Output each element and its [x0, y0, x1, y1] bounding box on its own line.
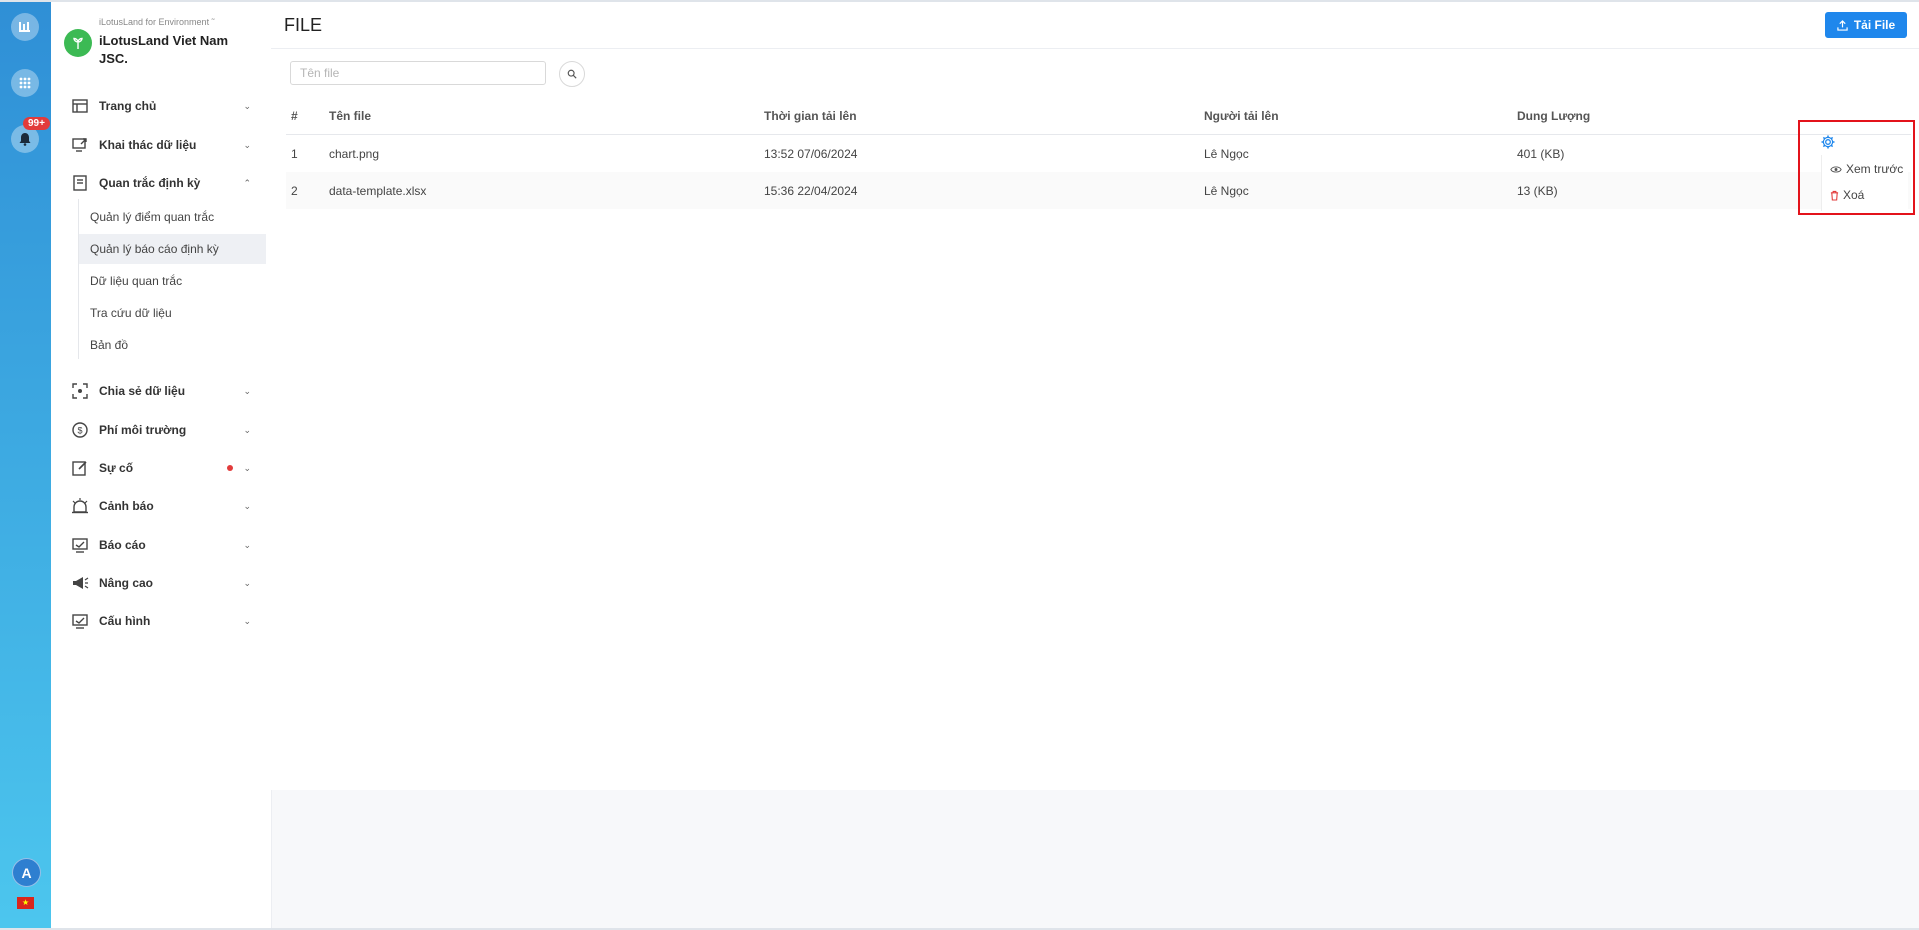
- chevron-down-icon: ⌄: [243, 100, 251, 111]
- sidebar-item-label: Khai thác dữ liệu: [99, 138, 197, 152]
- chevron-down-icon: ⌄: [243, 615, 251, 626]
- sidebar-item-su-co[interactable]: Sự cố ⌄: [51, 453, 271, 483]
- search-input[interactable]: [290, 61, 546, 85]
- preview-label: Xem trước: [1846, 162, 1904, 176]
- sidebar-item-label: Phí môi trường: [99, 423, 187, 437]
- app-logo-icon[interactable]: [11, 13, 39, 41]
- config-icon: [72, 614, 88, 629]
- sidebar-subitem-ban-do[interactable]: Bản đồ: [79, 330, 266, 360]
- alarm-icon: [72, 498, 88, 514]
- sidebar-subitem-label: Quản lý báo cáo định kỳ: [90, 242, 219, 256]
- uploader: Lê Ngọc: [1204, 183, 1249, 198]
- table-row[interactable]: 2 data-template.xlsx 15:36 22/04/2024 Lê…: [286, 172, 1911, 209]
- chevron-down-icon: ⌄: [243, 462, 251, 473]
- sidebar-item-quan-trac-dinh-ky[interactable]: Quan trắc định kỳ ⌃: [51, 168, 271, 198]
- preview-menu-item[interactable]: Xem trước: [1830, 158, 1903, 180]
- sidebar-item-label: Cảnh báo: [99, 499, 154, 513]
- column-header-size[interactable]: Dung Lượng: [1517, 97, 1590, 134]
- brand-logo-icon: [64, 29, 92, 57]
- trash-icon: [1830, 190, 1839, 201]
- sidebar-item-canh-bao[interactable]: Cảnh báo ⌄: [51, 491, 271, 521]
- upload-time: 15:36 22/04/2024: [764, 183, 858, 198]
- column-header-uploader[interactable]: Người tải lên: [1204, 97, 1279, 134]
- table-header: # Tên file Thời gian tải lên Người tải l…: [286, 97, 1911, 135]
- megaphone-icon: [73, 577, 89, 589]
- sidebar-item-cau-hinh[interactable]: Cấu hình ⌄: [51, 606, 271, 636]
- sidebar-item-trang-chu[interactable]: Trang chủ ⌄: [51, 91, 271, 121]
- upload-icon: [1837, 19, 1848, 31]
- sidebar-item-label: Nâng cao: [99, 576, 154, 590]
- avatar[interactable]: A: [12, 858, 41, 887]
- uploader: Lê Ngọc: [1204, 146, 1249, 161]
- chevron-down-icon: ⌄: [243, 539, 251, 550]
- search-button[interactable]: [559, 61, 585, 87]
- sidebar-item-label: Quan trắc định kỳ: [99, 176, 201, 190]
- chevron-down-icon: ⌄: [243, 385, 251, 396]
- upload-time: 13:52 07/06/2024: [764, 146, 858, 161]
- chevron-down-icon: ⌄: [243, 500, 251, 511]
- sidebar-item-label: Sự cố: [99, 461, 134, 475]
- sidebar-item-label: Báo cáo: [99, 538, 146, 552]
- file-name[interactable]: chart.png: [329, 135, 379, 172]
- alert-dot: [227, 465, 233, 471]
- share-icon: [72, 383, 88, 399]
- row-action-menu: Xem trước Xoá: [1821, 155, 1908, 211]
- sidebar-subitem-label: Tra cứu dữ liệu: [90, 306, 172, 320]
- svg-text:$: $: [77, 426, 82, 436]
- sidebar-subitem-label: Dữ liệu quan trắc: [90, 274, 183, 288]
- eye-icon: [1830, 165, 1842, 173]
- delete-label: Xoá: [1843, 188, 1865, 202]
- sidebar-subitem-du-lieu-quan-trac[interactable]: Dữ liệu quan trắc: [79, 266, 266, 296]
- file-name[interactable]: data-template.xlsx: [329, 172, 426, 209]
- sidebar-subitem-diem-quan-trac[interactable]: Quản lý điểm quan trắc: [79, 202, 266, 232]
- app-rail: 99+ A: [0, 2, 51, 928]
- sidebar-subitem-tra-cuu[interactable]: Tra cứu dữ liệu: [79, 298, 266, 328]
- data-mining-icon: [72, 138, 87, 152]
- sidebar-item-phi-moi-truong[interactable]: $ Phí môi trường ⌄: [51, 415, 271, 445]
- page-title: FILE: [284, 15, 323, 35]
- search-icon: [567, 69, 577, 79]
- sidebar-subitem-label: Quản lý điểm quan trắc: [90, 210, 215, 224]
- sidebar-item-label: Chia sẻ dữ liệu: [99, 384, 186, 398]
- table-row[interactable]: 1 chart.png 13:52 07/06/2024 Lê Ngọc 401…: [286, 135, 1911, 172]
- chevron-down-icon: ⌄: [243, 424, 251, 435]
- chevron-down-icon: ⌄: [243, 139, 251, 150]
- file-panel: # Tên file Thời gian tải lên Người tải l…: [271, 49, 1919, 790]
- gear-icon[interactable]: [1820, 134, 1836, 150]
- sidebar-subitem-label: Bản đồ: [90, 338, 129, 352]
- vietnam-flag-icon[interactable]: [17, 897, 34, 909]
- sidebar-item-label: Trang chủ: [99, 99, 157, 113]
- sidebar-item-khai-thac[interactable]: Khai thác dữ liệu ⌄: [51, 130, 271, 160]
- column-header-time[interactable]: Thời gian tải lên: [764, 97, 857, 134]
- delete-menu-item[interactable]: Xoá: [1830, 184, 1864, 206]
- edit-icon: [72, 461, 87, 476]
- brand-tagline: iLotusLand for Environment ˜: [99, 17, 215, 27]
- sidebar-item-label: Cấu hình: [99, 614, 151, 628]
- dollar-icon: $: [72, 422, 88, 438]
- home-icon: [72, 99, 88, 113]
- file-size: 13 (KB): [1517, 183, 1558, 198]
- chevron-down-icon: ⌄: [243, 577, 251, 588]
- row-index: 2: [291, 183, 298, 198]
- sidebar-item-bao-cao[interactable]: Báo cáo ⌄: [51, 530, 271, 560]
- sidebar-subitem-bao-cao-dinh-ky[interactable]: Quản lý báo cáo định kỳ: [79, 234, 266, 264]
- sidebar-item-nang-cao[interactable]: Nâng cao ⌄: [51, 568, 271, 598]
- apps-grid-icon[interactable]: [11, 69, 39, 97]
- row-index: 1: [291, 146, 298, 161]
- periodic-monitor-icon: [73, 175, 87, 191]
- column-header-name[interactable]: Tên file: [329, 97, 371, 134]
- column-header-index: #: [291, 108, 298, 123]
- sidebar: iLotusLand for Environment ˜ iLotusLand …: [51, 2, 272, 928]
- notification-badge: 99+: [23, 117, 50, 130]
- upload-file-button[interactable]: Tải File: [1825, 12, 1907, 38]
- file-size: 401 (KB): [1517, 146, 1565, 161]
- report-icon: [72, 538, 88, 553]
- brand-name[interactable]: iLotusLand Viet Nam JSC.: [99, 32, 259, 68]
- page-header: FILE Tải File: [271, 2, 1919, 49]
- sidebar-item-chia-se[interactable]: Chia sẻ dữ liệu ⌄: [51, 376, 271, 406]
- upload-file-label: Tải File: [1853, 18, 1896, 32]
- chevron-up-icon: ⌃: [243, 177, 251, 188]
